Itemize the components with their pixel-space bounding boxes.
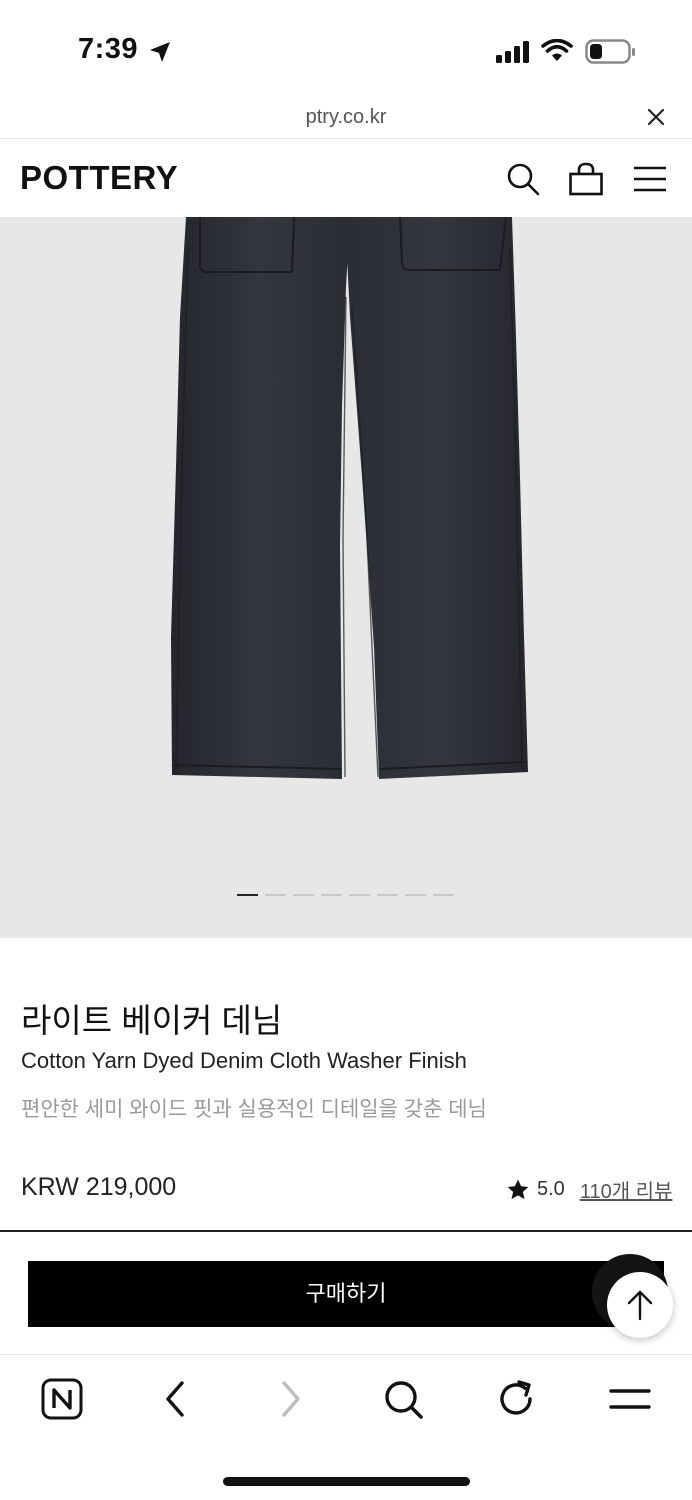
status-time: 7:39: [78, 33, 139, 65]
back-icon[interactable]: [154, 1377, 198, 1421]
arrow-up-icon: [627, 1290, 653, 1321]
menu-icon[interactable]: [608, 1377, 652, 1421]
product-image: [171, 217, 528, 779]
menu-icon[interactable]: [632, 161, 668, 197]
search-icon[interactable]: [505, 161, 541, 197]
signal-icon: [496, 41, 529, 63]
product-image-gallery[interactable]: [0, 217, 692, 938]
pagination-dot[interactable]: [265, 894, 286, 896]
pagination-dot[interactable]: [293, 894, 314, 896]
buy-bar: 구매하기: [0, 1232, 692, 1354]
pagination-dot[interactable]: [433, 894, 454, 896]
pagination-dot[interactable]: [349, 894, 370, 896]
star-icon: [507, 1179, 529, 1199]
pagination-dot-active[interactable]: [237, 894, 258, 896]
pagination-dot[interactable]: [405, 894, 426, 896]
product-rating: 5.0 110개 리뷰: [506, 1175, 672, 1204]
product-info: 라이트 베이커 데님 Cotton Yarn Dyed Denim Cloth …: [0, 938, 692, 1230]
product-description: 편안한 세미 와이드 핏과 실용적인 디테일을 갖춘 데님: [21, 1098, 487, 1121]
url-domain[interactable]: ptry.co.kr: [0, 106, 692, 129]
buy-button[interactable]: 구매하기: [28, 1261, 664, 1327]
reviews-link[interactable]: 110개 리뷰: [580, 1175, 673, 1204]
wifi-icon: [541, 39, 573, 61]
gallery-pagination: [237, 894, 454, 896]
url-bar[interactable]: ptry.co.kr: [0, 96, 692, 139]
site-logo[interactable]: POTTERY: [20, 159, 178, 197]
naver-home-icon[interactable]: [40, 1377, 84, 1421]
site-header: POTTERY: [0, 139, 692, 217]
status-bar: 7:39: [0, 0, 692, 96]
close-icon[interactable]: [645, 106, 667, 128]
scroll-top-button[interactable]: [607, 1272, 673, 1338]
location-arrow-icon: [150, 42, 170, 62]
rating-value: 5.0: [537, 1178, 565, 1200]
product-price: KRW 219,000: [21, 1173, 177, 1201]
battery-icon: [585, 39, 635, 64]
search-icon[interactable]: [381, 1377, 425, 1421]
reload-icon[interactable]: [494, 1377, 538, 1421]
shopping-bag-icon[interactable]: [568, 161, 604, 197]
pagination-dot[interactable]: [377, 894, 398, 896]
forward-icon[interactable]: [268, 1377, 312, 1421]
product-subtitle: Cotton Yarn Dyed Denim Cloth Washer Fini…: [21, 1048, 467, 1073]
pagination-dot[interactable]: [321, 894, 342, 896]
home-indicator[interactable]: [223, 1477, 470, 1486]
product-title: 라이트 베이커 데님: [21, 1002, 283, 1039]
